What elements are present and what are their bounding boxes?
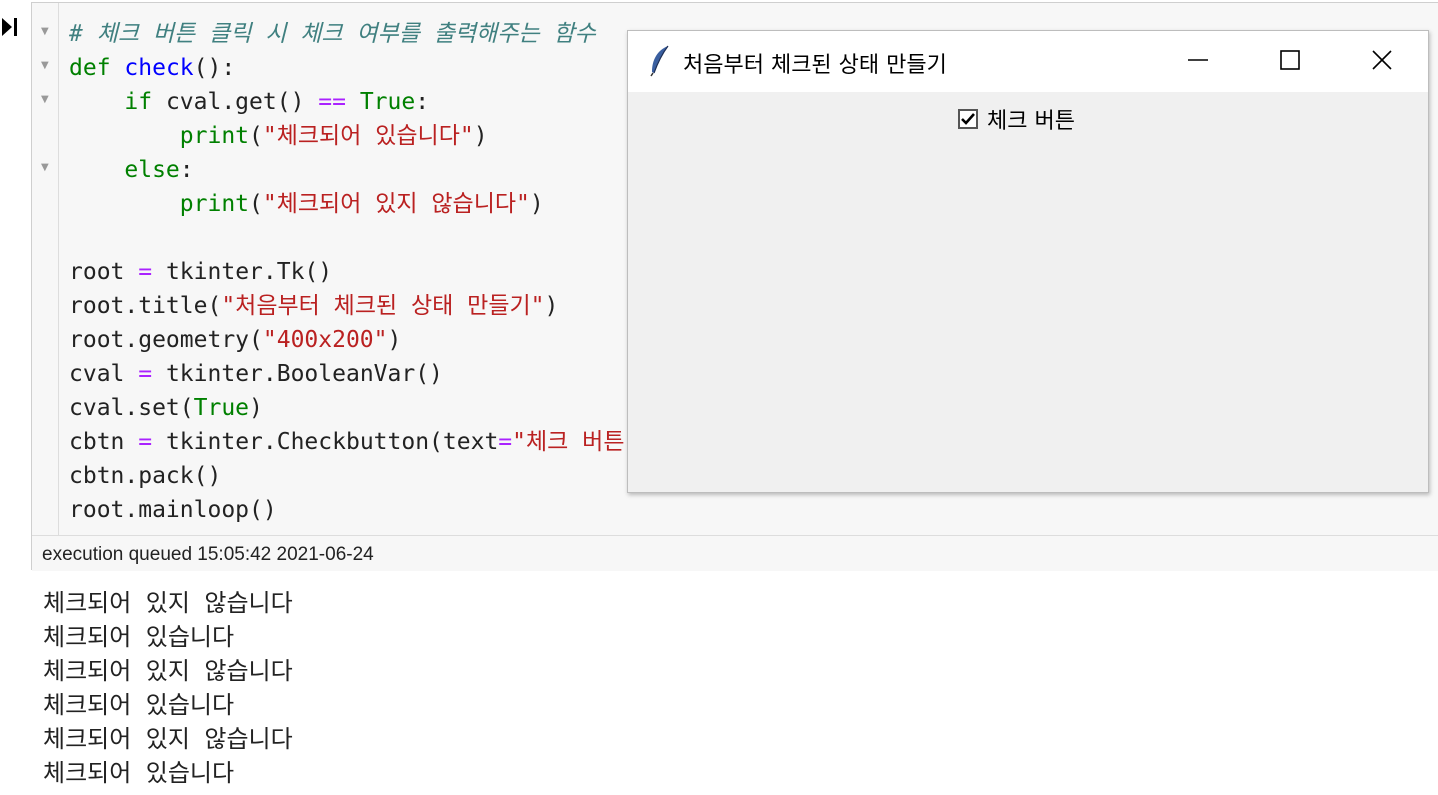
code-token: True <box>359 89 416 115</box>
check-button[interactable]: 체크 버튼 <box>958 104 1075 134</box>
code-token: tkinter.BooleanVar() <box>152 361 443 387</box>
code-token: : <box>415 89 430 115</box>
code-token: ( <box>249 191 263 217</box>
code-token: # 체크 버튼 클릭 시 체크 여부를 출력해주는 함수 <box>69 21 596 47</box>
close-button[interactable] <box>1336 31 1428 92</box>
run-cell-icon[interactable] <box>0 16 20 38</box>
output-line: 체크되어 있지 않습니다 <box>43 589 293 617</box>
code-token: True <box>193 395 250 421</box>
close-icon <box>1371 49 1393 75</box>
code-token: print <box>179 191 250 217</box>
code-gutter: ▼ ▼ ▼ ▼ <box>32 3 59 535</box>
code-token: cval.set( <box>69 395 194 421</box>
fold-arrow-icon[interactable]: ▼ <box>41 27 51 37</box>
cell-status-bar: execution queued 15:05:42 2021-06-24 <box>32 535 1438 571</box>
fold-arrow-icon[interactable]: ▼ <box>41 61 51 71</box>
window-titlebar[interactable]: 처음부터 체크된 상태 만들기 <box>628 31 1428 92</box>
fold-arrow-icon[interactable]: ▼ <box>41 95 51 105</box>
output-line: 체크되어 있습니다 <box>43 691 235 719</box>
code-token: "체크 버튼" <box>512 429 639 455</box>
code-token: (): <box>193 55 236 81</box>
code-token: "처음부터 체크된 상태 만들기" <box>221 293 545 319</box>
code-token: check <box>124 55 194 81</box>
tk-feather-icon <box>648 45 672 77</box>
code-token: cval <box>69 361 139 387</box>
code-token: def <box>69 55 111 81</box>
tk-window[interactable]: 처음부터 체크된 상태 만들기 체크 버튼 <box>627 30 1429 493</box>
checkbutton-label: 체크 버튼 <box>987 109 1075 134</box>
code-token: cbtn.pack() <box>69 463 222 489</box>
checkbox[interactable] <box>958 109 978 129</box>
code-token: = <box>498 429 513 455</box>
cell-output: 체크되어 있지 않습니다 체크되어 있습니다 체크되어 있지 않습니다 체크되어 있습… <box>43 586 293 790</box>
code-token: root.geometry( <box>69 327 263 353</box>
notebook-page: ▼ ▼ ▼ ▼ # 체크 버튼 클릭 시 체크 여부를 출력해주는 함수 def … <box>0 0 1438 795</box>
code-token: ( <box>249 123 263 149</box>
code-token: ) <box>529 191 544 217</box>
execution-status: execution queued 15:05:42 2021-06-24 <box>42 544 374 565</box>
code-token: root.title( <box>69 293 222 319</box>
code-token: print <box>179 123 250 149</box>
code-token: ) <box>249 395 263 421</box>
code-token: == <box>318 89 346 115</box>
code-token: else <box>124 157 180 183</box>
code-token: = <box>138 429 153 455</box>
window-title: 처음부터 체크된 상태 만들기 <box>683 53 947 78</box>
code-token: = <box>138 361 153 387</box>
output-line: 체크되어 있지 않습니다 <box>43 657 293 685</box>
code-token: : <box>179 157 194 183</box>
code-token: = <box>138 259 153 285</box>
minimize-button[interactable] <box>1152 31 1244 92</box>
code-token: tkinter.Checkbutton(text <box>152 429 499 455</box>
maximize-button[interactable] <box>1244 31 1336 92</box>
code-token: ) <box>387 327 402 353</box>
code-token: cval.get() <box>152 89 319 115</box>
code-token: tkinter.Tk() <box>152 259 333 285</box>
output-line: 체크되어 있습니다 <box>43 759 235 787</box>
checkmark-icon <box>961 113 975 125</box>
output-line: 체크되어 있습니다 <box>43 623 235 651</box>
code-token: root <box>69 259 139 285</box>
code-token: root.mainloop() <box>69 497 277 523</box>
code-line: root.mainloop() <box>69 493 1068 527</box>
code-token: cbtn <box>69 429 139 455</box>
code-token: if <box>124 89 153 115</box>
maximize-icon <box>1279 49 1301 75</box>
code-token: ) <box>544 293 559 319</box>
minimize-icon <box>1187 49 1209 75</box>
code-token: "체크되어 있지 않습니다" <box>262 191 530 217</box>
code-token: "체크되어 있습니다" <box>262 123 474 149</box>
output-line: 체크되어 있지 않습니다 <box>43 725 293 753</box>
code-token: ) <box>473 123 488 149</box>
fold-arrow-icon[interactable]: ▼ <box>41 163 51 173</box>
code-token: "400x200" <box>262 327 388 353</box>
